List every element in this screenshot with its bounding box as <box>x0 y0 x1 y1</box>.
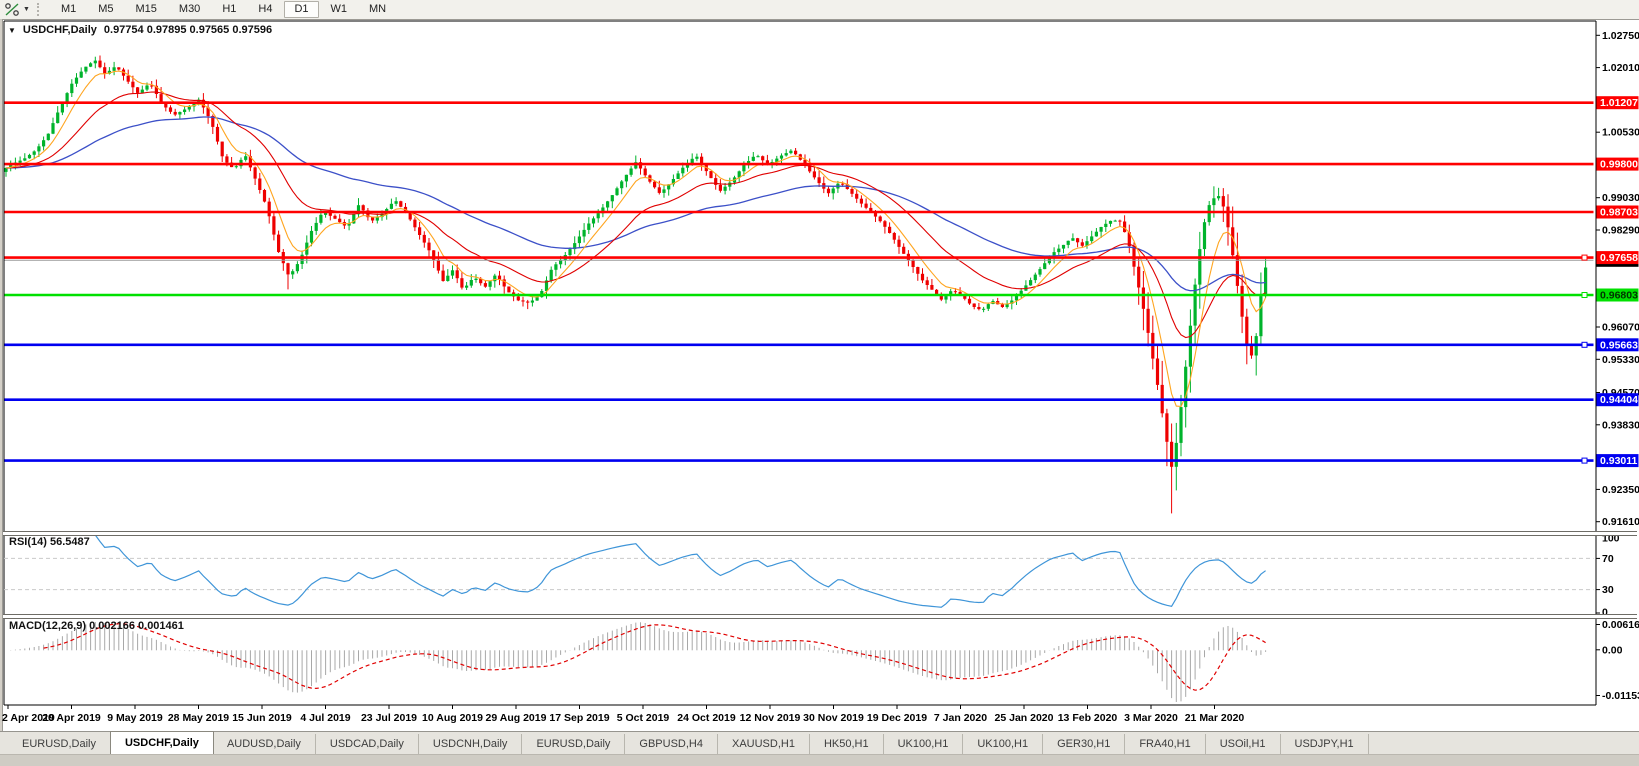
svg-text:0.93830: 0.93830 <box>1602 419 1639 431</box>
date-axis-labels: 2 Apr 201920 Apr 20199 May 201928 May 20… <box>2 705 1244 724</box>
svg-text:25 Jan 2020: 25 Jan 2020 <box>995 712 1054 724</box>
svg-text:5 Oct 2019: 5 Oct 2019 <box>617 712 670 724</box>
main-chart-svg[interactable]: 1.02750 1.02010 1.00530 0.99030 0.98290 0.960… <box>0 0 1639 765</box>
ma-mid-line <box>6 92 1266 338</box>
svg-text:9 May 2019: 9 May 2019 <box>107 712 163 724</box>
svg-text:0.92350: 0.92350 <box>1602 484 1639 496</box>
svg-text:30 Nov 2019: 30 Nov 2019 <box>803 712 864 724</box>
svg-text:0.91610: 0.91610 <box>1602 516 1639 528</box>
svg-text:7 Jan 2020: 7 Jan 2020 <box>934 712 987 724</box>
svg-text:0.99800: 0.99800 <box>1600 159 1638 171</box>
svg-text:0.96803: 0.96803 <box>1600 290 1638 302</box>
chart-title-ohlc: 0.97754 0.97895 0.97565 0.97596 <box>104 24 272 36</box>
price-axis-labels: 1.02750 1.02010 1.00530 0.99030 0.98290 0.960… <box>1596 30 1639 528</box>
svg-text:70: 70 <box>1602 553 1614 565</box>
chart-title: ▼ USDCHF,Daily 0.97754 0.97895 0.97565 0… <box>8 24 272 36</box>
svg-text:0.94404: 0.94404 <box>1600 394 1638 406</box>
macd-indicator-label: MACD(12,26,9) 0.002166 0.001461 <box>9 620 184 632</box>
svg-text:0.98290: 0.98290 <box>1602 225 1639 237</box>
ma-slow-line <box>6 117 1266 291</box>
svg-text:1.01207: 1.01207 <box>1600 97 1638 109</box>
svg-text:24 Oct 2019: 24 Oct 2019 <box>677 712 736 724</box>
svg-text:0.96070: 0.96070 <box>1602 322 1639 334</box>
svg-text:20 Apr 2019: 20 Apr 2019 <box>42 712 101 724</box>
svg-text:1.02010: 1.02010 <box>1602 62 1639 74</box>
line-handle <box>1582 255 1587 260</box>
svg-text:-0.011531: -0.011531 <box>1602 690 1639 702</box>
svg-text:19 Dec 2019: 19 Dec 2019 <box>867 712 927 724</box>
panel-splitter-rsi[interactable] <box>3 531 1637 536</box>
svg-text:21 Mar 2020: 21 Mar 2020 <box>1185 712 1245 724</box>
svg-text:1.00530: 1.00530 <box>1602 127 1639 139</box>
svg-text:0.98703: 0.98703 <box>1600 207 1638 219</box>
chart-title-symbol: USDCHF,Daily <box>23 24 97 36</box>
svg-text:0.95663: 0.95663 <box>1600 339 1638 351</box>
svg-text:0.97658: 0.97658 <box>1600 252 1638 264</box>
svg-text:13 Feb 2020: 13 Feb 2020 <box>1058 712 1118 724</box>
line-handle <box>1582 342 1587 347</box>
rsi-line <box>77 535 1266 607</box>
svg-text:0.006167: 0.006167 <box>1602 619 1639 631</box>
svg-text:4 Jul 2019: 4 Jul 2019 <box>300 712 350 724</box>
svg-text:28 May 2019: 28 May 2019 <box>168 712 229 724</box>
svg-text:0.99030: 0.99030 <box>1602 192 1639 204</box>
svg-text:23 Jul 2019: 23 Jul 2019 <box>361 712 417 724</box>
svg-text:17 Sep 2019: 17 Sep 2019 <box>549 712 609 724</box>
macd-histogram-layer <box>6 622 1266 702</box>
svg-text:30: 30 <box>1602 584 1614 596</box>
svg-text:0.00: 0.00 <box>1602 644 1623 656</box>
svg-text:0.93011: 0.93011 <box>1600 455 1638 467</box>
panel-splitter-macd[interactable] <box>3 614 1637 619</box>
rsi-axis-labels: 10070300 <box>1596 533 1620 619</box>
svg-text:15 Jun 2019: 15 Jun 2019 <box>232 712 292 724</box>
svg-text:10 Aug 2019: 10 Aug 2019 <box>422 712 483 724</box>
svg-text:29 Aug 2019: 29 Aug 2019 <box>486 712 547 724</box>
svg-text:3 Mar 2020: 3 Mar 2020 <box>1124 712 1178 724</box>
collapse-arrow-icon[interactable]: ▼ <box>8 26 16 35</box>
svg-text:0.95330: 0.95330 <box>1602 354 1639 366</box>
rsi-indicator-label: RSI(14) 56.5487 <box>9 536 90 548</box>
svg-text:12 Nov 2019: 12 Nov 2019 <box>740 712 801 724</box>
line-handle <box>1582 458 1587 463</box>
macd-axis-labels: 0.006167 0.00 -0.011531 <box>1596 618 1639 705</box>
line-handle <box>1582 293 1587 298</box>
candles-layer <box>4 56 1267 514</box>
svg-text:1.02750: 1.02750 <box>1602 30 1639 42</box>
